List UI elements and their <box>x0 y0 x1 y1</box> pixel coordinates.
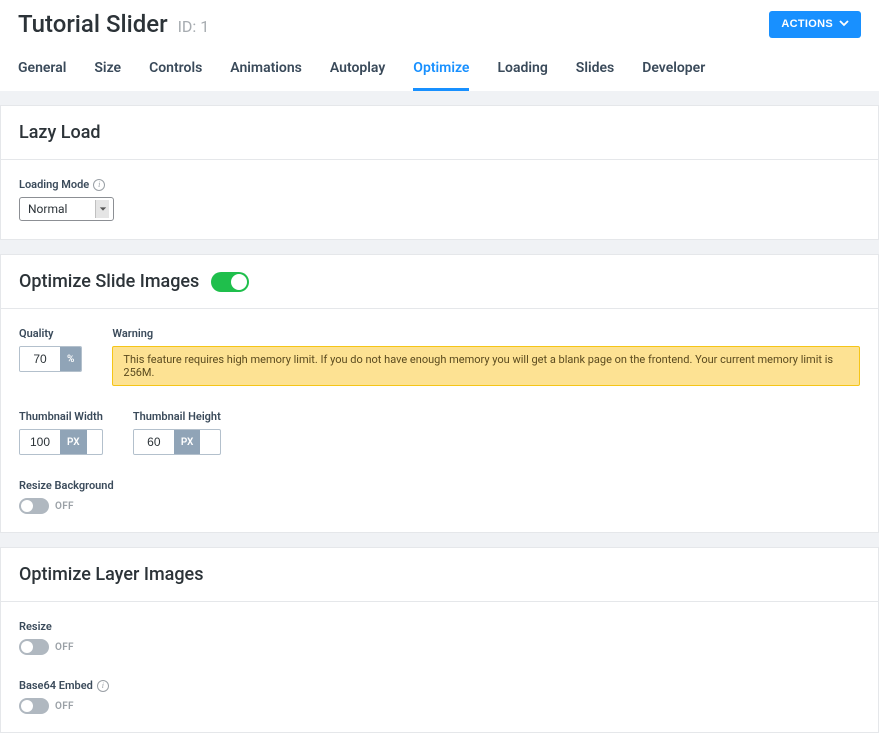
section-header-optimize-slide: Optimize Slide Images <box>1 255 878 309</box>
resize-label: Resize <box>19 620 74 633</box>
tab-slides[interactable]: Slides <box>576 52 614 91</box>
tab-loading[interactable]: Loading <box>497 52 547 91</box>
chevron-down-icon <box>95 200 109 218</box>
actions-button[interactable]: ACTIONS <box>769 11 861 38</box>
resize-bg-toggle-label: OFF <box>55 501 74 512</box>
quality-input-wrap: % <box>19 346 82 372</box>
title-left: Tutorial Slider ID: 1 <box>18 10 209 38</box>
resize-toggle-label: OFF <box>55 642 74 653</box>
chevron-down-icon <box>839 18 849 31</box>
quality-unit: % <box>60 347 81 371</box>
quality-input[interactable] <box>20 347 60 371</box>
quality-label: Quality <box>19 327 82 340</box>
field-warning: Warning This feature requires high memor… <box>112 327 860 386</box>
thumb-height-unit: PX <box>174 430 201 454</box>
field-loading-mode: Loading Mode i Normal <box>19 178 114 221</box>
tab-controls[interactable]: Controls <box>149 52 202 91</box>
base64-label: Base64 Embed i <box>19 679 109 692</box>
tab-autoplay[interactable]: Autoplay <box>330 52 385 91</box>
page-header: Tutorial Slider ID: 1 ACTIONS General Si… <box>0 0 879 91</box>
thumb-width-unit: PX <box>60 430 87 454</box>
section-title: Optimize Layer Images <box>19 564 203 585</box>
thumb-height-input[interactable] <box>134 430 174 454</box>
thumb-width-input[interactable] <box>20 430 60 454</box>
base64-toggle[interactable] <box>19 698 49 714</box>
base64-toggle-label: OFF <box>55 701 74 712</box>
warning-label: Warning <box>112 327 860 340</box>
optimize-slide-toggle[interactable] <box>211 272 249 292</box>
section-title: Optimize Slide Images <box>19 271 199 292</box>
loading-mode-value: Normal <box>28 202 67 216</box>
section-title: Lazy Load <box>19 122 101 143</box>
loading-mode-label: Loading Mode i <box>19 178 114 191</box>
page-id: ID: 1 <box>178 17 210 36</box>
resize-bg-label: Resize Background <box>19 479 114 492</box>
page-title: Tutorial Slider <box>18 10 168 38</box>
base64-label-text: Base64 Embed <box>19 679 93 692</box>
tabs: General Size Controls Animations Autopla… <box>18 52 861 91</box>
tab-general[interactable]: General <box>18 52 66 91</box>
resize-bg-toggle-wrap: OFF <box>19 498 114 514</box>
field-quality: Quality % <box>19 327 82 372</box>
section-body-lazy-load: Loading Mode i Normal <box>1 160 878 239</box>
field-resize-bg: Resize Background OFF <box>19 479 114 514</box>
warning-box: This feature requires high memory limit.… <box>112 346 860 386</box>
field-thumb-width: Thumbnail Width PX <box>19 410 103 455</box>
resize-toggle[interactable] <box>19 639 49 655</box>
resize-toggle-wrap: OFF <box>19 639 74 655</box>
tab-optimize[interactable]: Optimize <box>413 52 469 91</box>
field-base64: Base64 Embed i OFF <box>19 679 109 714</box>
section-header-lazy-load: Lazy Load <box>1 106 878 160</box>
info-icon[interactable]: i <box>93 179 105 191</box>
field-thumb-height: Thumbnail Height PX <box>133 410 221 455</box>
tab-animations[interactable]: Animations <box>230 52 302 91</box>
thumb-height-input-wrap: PX <box>133 429 221 455</box>
thumb-width-label: Thumbnail Width <box>19 410 103 423</box>
section-header-optimize-layer: Optimize Layer Images <box>1 548 878 602</box>
field-resize: Resize OFF <box>19 620 74 655</box>
section-body-optimize-slide: Quality % Warning This feature requires … <box>1 309 878 532</box>
title-row: Tutorial Slider ID: 1 ACTIONS <box>18 10 861 42</box>
section-optimize-layer: Optimize Layer Images Resize OFF Base64 … <box>0 547 879 733</box>
tab-developer[interactable]: Developer <box>642 52 705 91</box>
thumb-width-input-wrap: PX <box>19 429 103 455</box>
thumb-height-label: Thumbnail Height <box>133 410 221 423</box>
base64-toggle-wrap: OFF <box>19 698 109 714</box>
loading-mode-select[interactable]: Normal <box>19 197 114 221</box>
section-body-optimize-layer: Resize OFF Base64 Embed i OFF <box>1 602 878 732</box>
actions-button-label: ACTIONS <box>781 18 833 30</box>
section-lazy-load: Lazy Load Loading Mode i Normal <box>0 105 879 240</box>
info-icon[interactable]: i <box>97 680 109 692</box>
section-optimize-slide: Optimize Slide Images Quality % Warning … <box>0 254 879 533</box>
loading-mode-label-text: Loading Mode <box>19 178 89 191</box>
tab-size[interactable]: Size <box>94 52 121 91</box>
resize-bg-toggle[interactable] <box>19 498 49 514</box>
